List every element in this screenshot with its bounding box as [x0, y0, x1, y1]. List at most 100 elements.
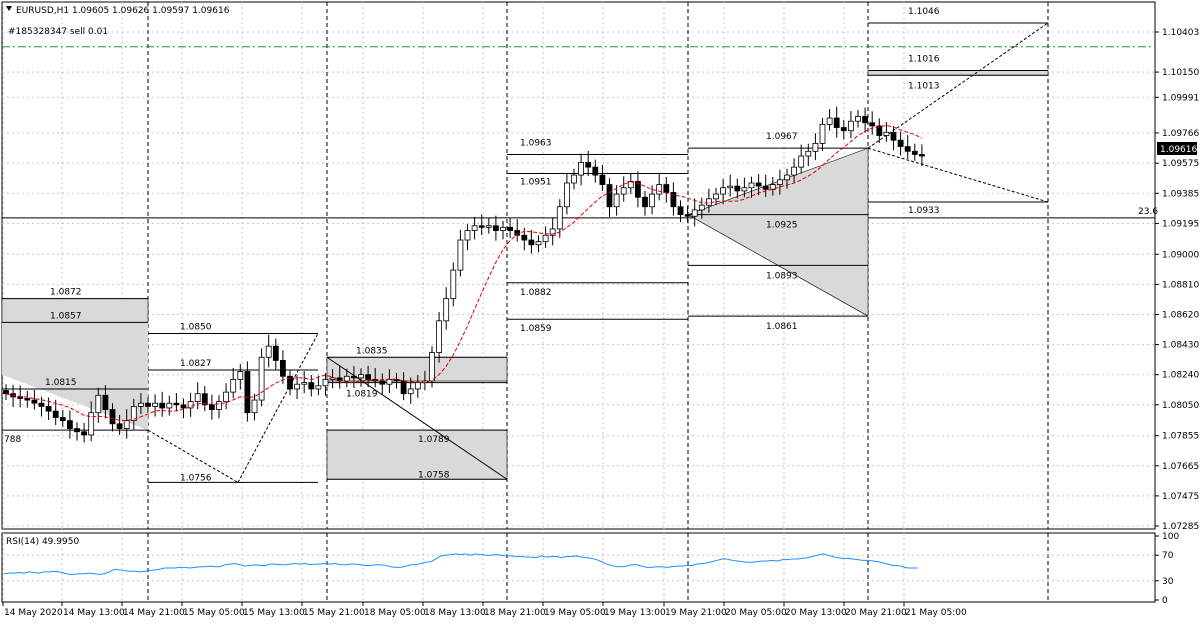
- candle-body: [578, 161, 584, 176]
- level-label: 788: [4, 435, 21, 445]
- order-label: #185328347 sell 0.01: [8, 27, 108, 37]
- y-tick-label: 1.09385: [1162, 189, 1199, 199]
- candle-body: [457, 239, 464, 271]
- x-tick-label: 20 May 05:00: [725, 608, 787, 618]
- symbol-header: EURUSD,H1 1.09605 1.09626 1.09597 1.0961…: [16, 6, 230, 16]
- x-tick-label: 18 May 13:00: [424, 608, 486, 618]
- level-label: 1.0882: [520, 288, 552, 298]
- candle-body: [521, 234, 528, 241]
- y-tick-label: 1.09991: [1162, 93, 1199, 103]
- candle-body: [294, 383, 301, 390]
- candle-body: [869, 122, 876, 127]
- candle-body: [102, 394, 109, 410]
- candle-body: [592, 166, 599, 176]
- rsi-tick-label: 70: [1162, 551, 1174, 561]
- level-label: 1.0963: [520, 138, 552, 148]
- dropdown-triangle-icon[interactable]: [6, 6, 12, 11]
- zone-box: [326, 429, 508, 480]
- candle-body: [251, 399, 258, 414]
- candle-body: [24, 398, 31, 401]
- y-tick-label: 1.07665: [1162, 462, 1199, 472]
- candle-body: [848, 120, 854, 132]
- candle-body: [414, 382, 421, 390]
- candle-body: [691, 209, 698, 217]
- candle-body: [833, 117, 840, 128]
- level-label: 1.0857: [50, 311, 82, 321]
- candle-body: [556, 206, 563, 230]
- candle-body: [208, 404, 215, 410]
- candle-body: [507, 226, 514, 231]
- candle-body: [777, 179, 783, 185]
- candle-body: [358, 374, 364, 379]
- level-label: 1.0756: [180, 473, 212, 483]
- x-tick-label: 21 May 05:00: [905, 608, 967, 618]
- candle-body: [116, 423, 123, 429]
- candle-body: [429, 352, 435, 382]
- candle-body: [471, 225, 478, 231]
- drawing-objects: [1, 22, 1049, 483]
- x-tick-label: 20 May 13:00: [785, 608, 847, 618]
- candle-body: [237, 371, 244, 380]
- level-label: 1.0967: [766, 132, 798, 142]
- y-tick-label: 1.09195: [1162, 219, 1199, 229]
- candle-body: [109, 409, 116, 425]
- candle-body: [784, 174, 790, 181]
- candle-body: [95, 394, 102, 414]
- rsi-panel: 100 70 30 0: [2, 532, 1179, 606]
- candle-body: [365, 374, 372, 380]
- candle-body: [386, 379, 393, 385]
- candle-body: [152, 402, 159, 407]
- candle-body: [244, 371, 251, 414]
- x-tick-label: 18 May 21:00: [484, 608, 546, 618]
- candle-body: [45, 405, 52, 412]
- candle-body: [180, 404, 187, 409]
- candle-body: [720, 187, 726, 195]
- level-label: 1.0861: [766, 322, 798, 332]
- level-label: 1.0951: [520, 177, 552, 187]
- candle-body: [464, 230, 471, 241]
- candle-body: [840, 127, 847, 132]
- trend-line: [867, 22, 1049, 149]
- candle-body: [308, 382, 315, 390]
- price-chart[interactable]: 1.1046 1.1016 1.1013 1.0967 1.0963 1.0951 1.09…: [0, 0, 1200, 623]
- candle-body: [443, 298, 450, 322]
- candle-body: [279, 360, 286, 377]
- candle-body: [727, 185, 734, 189]
- chart-canvas: 1.1046 1.1016 1.1013 1.0967 1.0963 1.0951 1.09…: [1, 1, 1199, 618]
- x-tick-label: 20 May 21:00: [845, 608, 907, 618]
- candle-body: [52, 410, 59, 418]
- candle-body: [663, 184, 670, 193]
- y-tick-label: 1.10150: [1162, 68, 1199, 78]
- x-tick-label: 15 May 05:00: [183, 608, 245, 618]
- candle-body: [272, 345, 279, 361]
- current-price-text: 1.09616: [1160, 145, 1197, 155]
- candle-body: [919, 154, 925, 157]
- candle-body: [904, 146, 911, 152]
- candle-body: [492, 225, 499, 231]
- x-tick-label: 15 May 13:00: [243, 608, 305, 618]
- level-labels: 1.1046 1.1016 1.1013 1.0967 1.0963 1.0951 1.09…: [4, 7, 1158, 483]
- candle-body: [528, 239, 535, 246]
- y-tick-label: 1.09575: [1162, 159, 1199, 169]
- level-label: 1.1046: [908, 7, 940, 17]
- candle-body: [400, 380, 407, 395]
- candle-body: [755, 182, 762, 187]
- candle-body: [223, 391, 230, 403]
- level-label: 1.0789: [418, 435, 450, 445]
- level-label: 1.0850: [180, 323, 212, 333]
- candle-body: [606, 184, 613, 208]
- x-tick-label: 18 May 05:00: [364, 608, 426, 618]
- candle-body: [194, 393, 201, 403]
- candle-body: [258, 356, 265, 401]
- zone-box: [867, 70, 1049, 76]
- rsi-label: RSI(14) 49.9950: [6, 537, 79, 547]
- y-tick-label: 1.08430: [1162, 341, 1199, 351]
- candle-body: [59, 417, 66, 422]
- candle-body: [883, 131, 890, 136]
- candle-body: [17, 396, 24, 399]
- candle-body: [67, 420, 73, 429]
- candle-body: [855, 116, 861, 122]
- candle-body: [620, 187, 627, 195]
- y-tick-label: 1.08050: [1162, 401, 1199, 411]
- level-label: 1.0815: [45, 378, 77, 388]
